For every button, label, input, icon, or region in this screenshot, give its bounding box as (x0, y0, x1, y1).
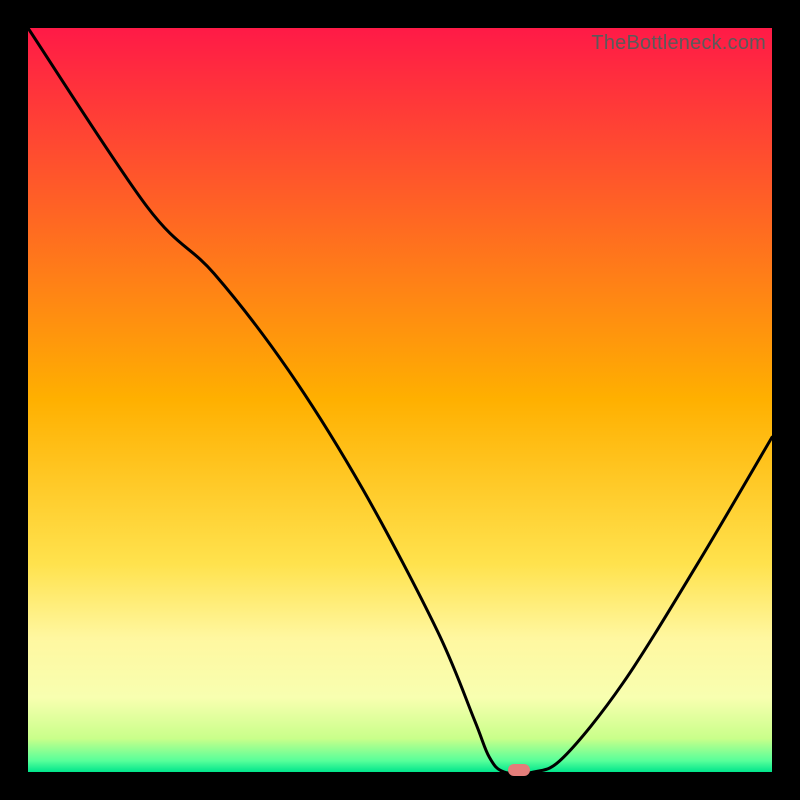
chart-svg (28, 28, 772, 772)
optimal-marker (508, 764, 530, 776)
plot-area: TheBottleneck.com (28, 28, 772, 772)
watermark-text: TheBottleneck.com (591, 32, 766, 55)
chart-frame: TheBottleneck.com (0, 0, 800, 800)
gradient-background (28, 28, 772, 772)
